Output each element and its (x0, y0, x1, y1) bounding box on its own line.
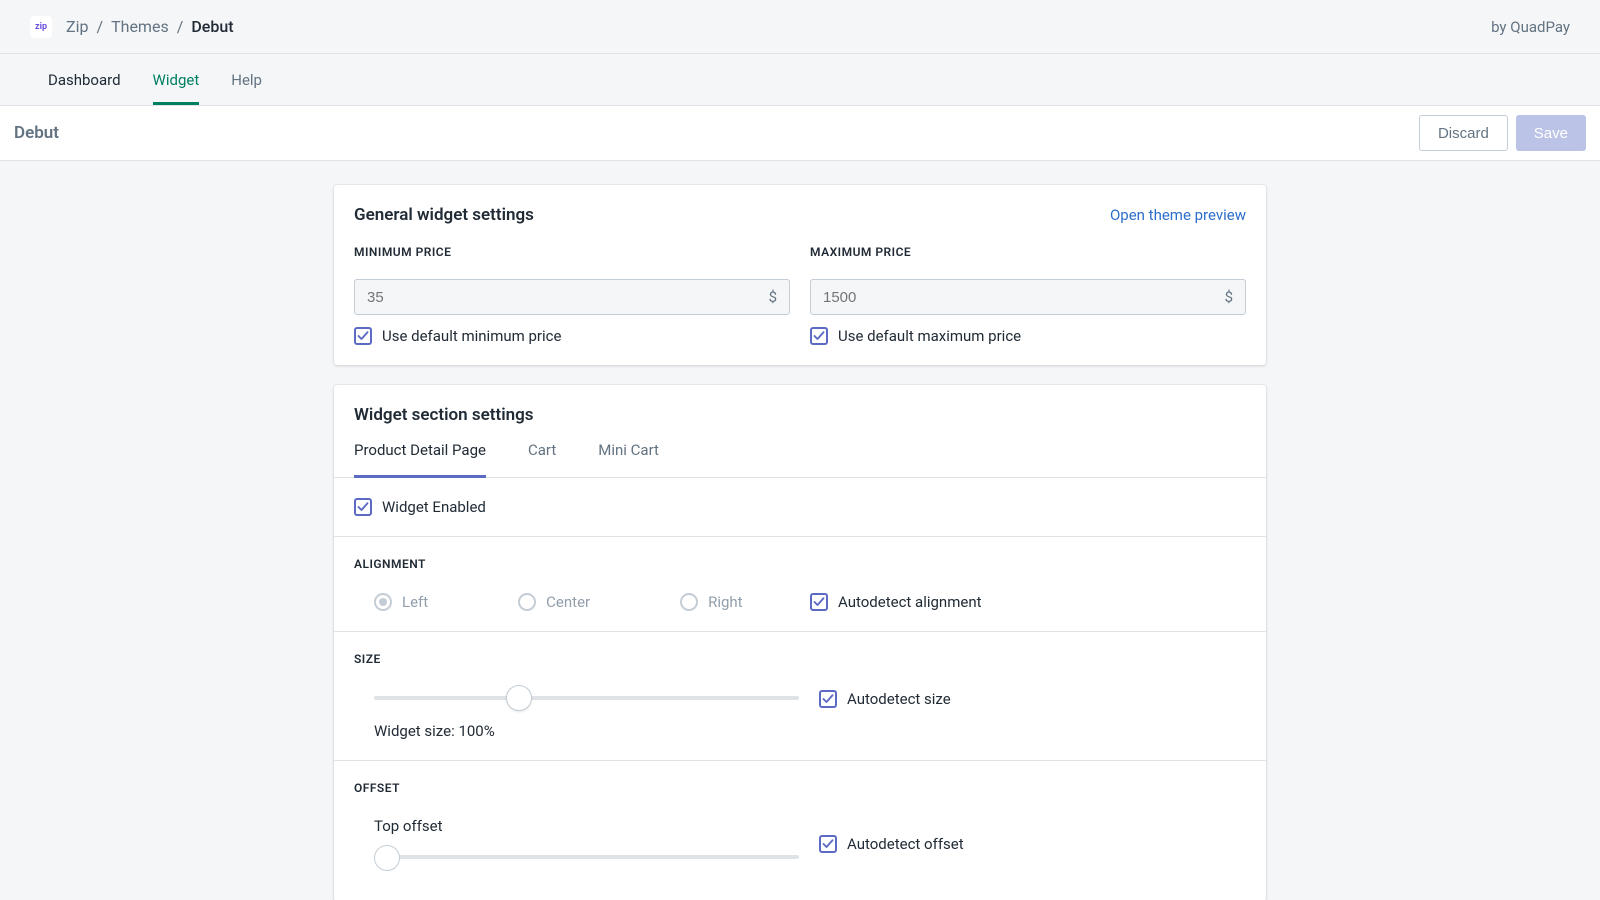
checkbox-icon[interactable] (810, 327, 828, 345)
radio-center[interactable]: Center (518, 593, 590, 611)
autodetect-alignment-label: Autodetect alignment (838, 593, 982, 611)
section-tab-minicart[interactable]: Mini Cart (598, 425, 659, 478)
brand-logo: zip (30, 16, 52, 38)
check-icon (822, 838, 834, 850)
min-price-field: MINIMUM PRICE $ Use default minimum pric… (354, 245, 790, 345)
radio-icon[interactable] (518, 593, 536, 611)
crumb-zip[interactable]: Zip (66, 17, 88, 36)
main-tabs: Dashboard Widget Help (0, 54, 1600, 106)
widget-enabled-checkbox-row[interactable]: Widget Enabled (354, 498, 1246, 516)
alignment-radio-group: Left Center Right (354, 593, 790, 611)
slider-track (374, 855, 799, 859)
max-price-input[interactable] (823, 289, 1225, 306)
max-default-checkbox-row[interactable]: Use default maximum price (810, 327, 1246, 345)
max-price-input-wrap: $ (810, 279, 1246, 315)
autodetect-offset-label: Autodetect offset (847, 835, 964, 853)
autodetect-alignment-row[interactable]: Autodetect alignment (810, 593, 1246, 611)
size-block: SIZE Widget size: 100% Autodetect size (334, 632, 1266, 761)
widget-enabled-label: Widget Enabled (382, 498, 486, 516)
size-label: SIZE (354, 652, 1246, 666)
card-header: General widget settings Open theme previ… (334, 185, 1266, 225)
check-icon (822, 693, 834, 705)
radio-icon[interactable] (374, 593, 392, 611)
min-price-input[interactable] (367, 289, 769, 306)
titlebar: Debut Discard Save (0, 106, 1600, 161)
alignment-block: ALIGNMENT Left Center Right (334, 537, 1266, 632)
check-icon (357, 501, 369, 513)
actions: Discard Save (1419, 115, 1586, 151)
size-slider[interactable] (374, 688, 799, 708)
slider-thumb[interactable] (374, 845, 400, 871)
offset-block: OFFSET Top offset Autodetect offs (334, 761, 1266, 900)
crumb-themes[interactable]: Themes (111, 17, 169, 36)
autodetect-size-label: Autodetect size (847, 690, 951, 708)
checkbox-icon[interactable] (354, 498, 372, 516)
currency-symbol: $ (1225, 288, 1233, 306)
radio-left[interactable]: Left (374, 593, 428, 611)
tab-widget[interactable]: Widget (153, 54, 200, 105)
card-header: Widget section settings (334, 385, 1266, 425)
discard-button[interactable]: Discard (1419, 115, 1508, 151)
check-icon (357, 330, 369, 342)
section-settings-card: Widget section settings Product Detail P… (334, 385, 1266, 900)
max-price-field: MAXIMUM PRICE $ Use default maximum pric… (810, 245, 1246, 345)
checkbox-icon[interactable] (819, 835, 837, 853)
by-quadpay-label: by QuadPay (1491, 18, 1570, 36)
checkbox-icon[interactable] (354, 327, 372, 345)
autodetect-size-row[interactable]: Autodetect size (819, 690, 1246, 708)
general-settings-card: General widget settings Open theme previ… (334, 185, 1266, 365)
top-offset-label: Top offset (354, 817, 799, 835)
max-price-label: MAXIMUM PRICE (810, 245, 1246, 259)
alignment-label: ALIGNMENT (354, 557, 1246, 571)
checkbox-icon[interactable] (810, 593, 828, 611)
section-tab-pdp[interactable]: Product Detail Page (354, 425, 486, 478)
enabled-block: Widget Enabled (334, 478, 1266, 537)
radio-center-label: Center (546, 593, 590, 611)
tab-dashboard[interactable]: Dashboard (48, 54, 121, 105)
top-offset-slider[interactable] (374, 841, 799, 861)
max-default-label: Use default maximum price (838, 327, 1021, 345)
section-title: Widget section settings (354, 405, 534, 425)
breadcrumb: zip Zip / Themes / Debut (30, 16, 234, 38)
min-price-input-wrap: $ (354, 279, 790, 315)
general-title: General widget settings (354, 205, 534, 225)
checkbox-icon[interactable] (819, 690, 837, 708)
min-default-checkbox-row[interactable]: Use default minimum price (354, 327, 790, 345)
tab-help[interactable]: Help (231, 54, 262, 105)
main-content: General widget settings Open theme previ… (0, 161, 1600, 900)
min-price-label: MINIMUM PRICE (354, 245, 790, 259)
offset-label: OFFSET (354, 781, 1246, 795)
radio-left-label: Left (402, 593, 428, 611)
min-default-label: Use default minimum price (382, 327, 561, 345)
autodetect-offset-row[interactable]: Autodetect offset (819, 835, 1246, 853)
topbar: zip Zip / Themes / Debut by QuadPay (0, 0, 1600, 54)
section-tabs: Product Detail Page Cart Mini Cart (334, 425, 1266, 478)
save-button[interactable]: Save (1516, 115, 1586, 151)
crumb-current: Debut (191, 17, 233, 36)
currency-symbol: $ (769, 288, 777, 306)
page-title: Debut (14, 123, 59, 143)
radio-icon[interactable] (680, 593, 698, 611)
crumb-sep: / (177, 17, 184, 36)
open-theme-preview-link[interactable]: Open theme preview (1110, 206, 1246, 224)
slider-track (374, 696, 799, 700)
size-value-label: Widget size: 100% (374, 722, 799, 740)
check-icon (813, 596, 825, 608)
section-tab-cart[interactable]: Cart (528, 425, 556, 478)
radio-right[interactable]: Right (680, 593, 742, 611)
radio-right-label: Right (708, 593, 742, 611)
crumb-sep: / (96, 17, 103, 36)
check-icon (813, 330, 825, 342)
slider-thumb[interactable] (506, 685, 532, 711)
